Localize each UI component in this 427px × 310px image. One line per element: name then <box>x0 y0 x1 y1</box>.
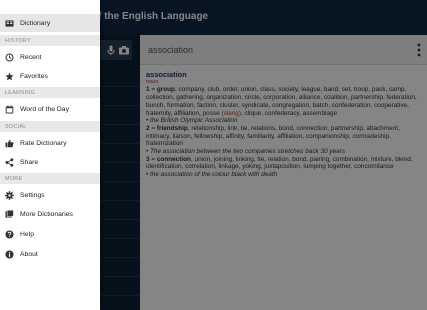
drawer-item-word-of-the-day[interactable]: Word of the Day <box>0 100 100 118</box>
section-header-learning: LEARNING <box>0 87 100 98</box>
section-header-social: SOCIAL <box>0 121 100 132</box>
book-icon <box>5 19 14 27</box>
library-icon <box>5 209 14 218</box>
drawer-item-share[interactable]: Share <box>0 153 100 171</box>
calendar-icon <box>5 104 14 113</box>
drawer-item-label: Rate Dictionary <box>20 139 67 147</box>
drawer-item-label: Dictionary <box>20 19 51 27</box>
drawer-item-favorites[interactable]: Favorites <box>0 67 100 85</box>
section-header-history: HISTORY <box>0 35 100 46</box>
gear-icon <box>5 190 14 200</box>
star-icon <box>5 72 14 80</box>
share-icon <box>5 157 14 167</box>
thumbs-up-icon <box>5 139 14 147</box>
drawer-item-recent[interactable]: Recent <box>0 48 100 66</box>
drawer-item-more-dictionaries[interactable]: More Dictionaries <box>0 205 100 223</box>
info-icon <box>5 249 14 259</box>
drawer-item-label: Favorites <box>20 72 48 80</box>
history-icon <box>5 52 14 62</box>
drawer-item-label: Share <box>20 158 39 166</box>
drawer-item-settings[interactable]: Settings <box>0 186 100 204</box>
drawer-item-label: Recent <box>20 53 42 61</box>
drawer-item-label: Word of the Day <box>20 105 69 113</box>
drawer-item-label: More Dictionaries <box>20 210 73 218</box>
drawer-item-dictionary[interactable]: Dictionary <box>0 14 100 32</box>
drawer-item-label: About <box>20 250 38 258</box>
navigation-drawer: Dictionary HISTORY Recent Favorites LEAR… <box>0 0 100 310</box>
drawer-item-about[interactable]: About <box>0 245 100 263</box>
drawer-item-label: Help <box>20 230 34 238</box>
drawer-item-help[interactable]: Help <box>0 225 100 243</box>
drawer-item-label: Settings <box>20 191 45 199</box>
section-header-more: MORE <box>0 173 100 184</box>
help-icon <box>5 229 14 239</box>
drawer-item-rate-dictionary[interactable]: Rate Dictionary <box>0 134 100 152</box>
